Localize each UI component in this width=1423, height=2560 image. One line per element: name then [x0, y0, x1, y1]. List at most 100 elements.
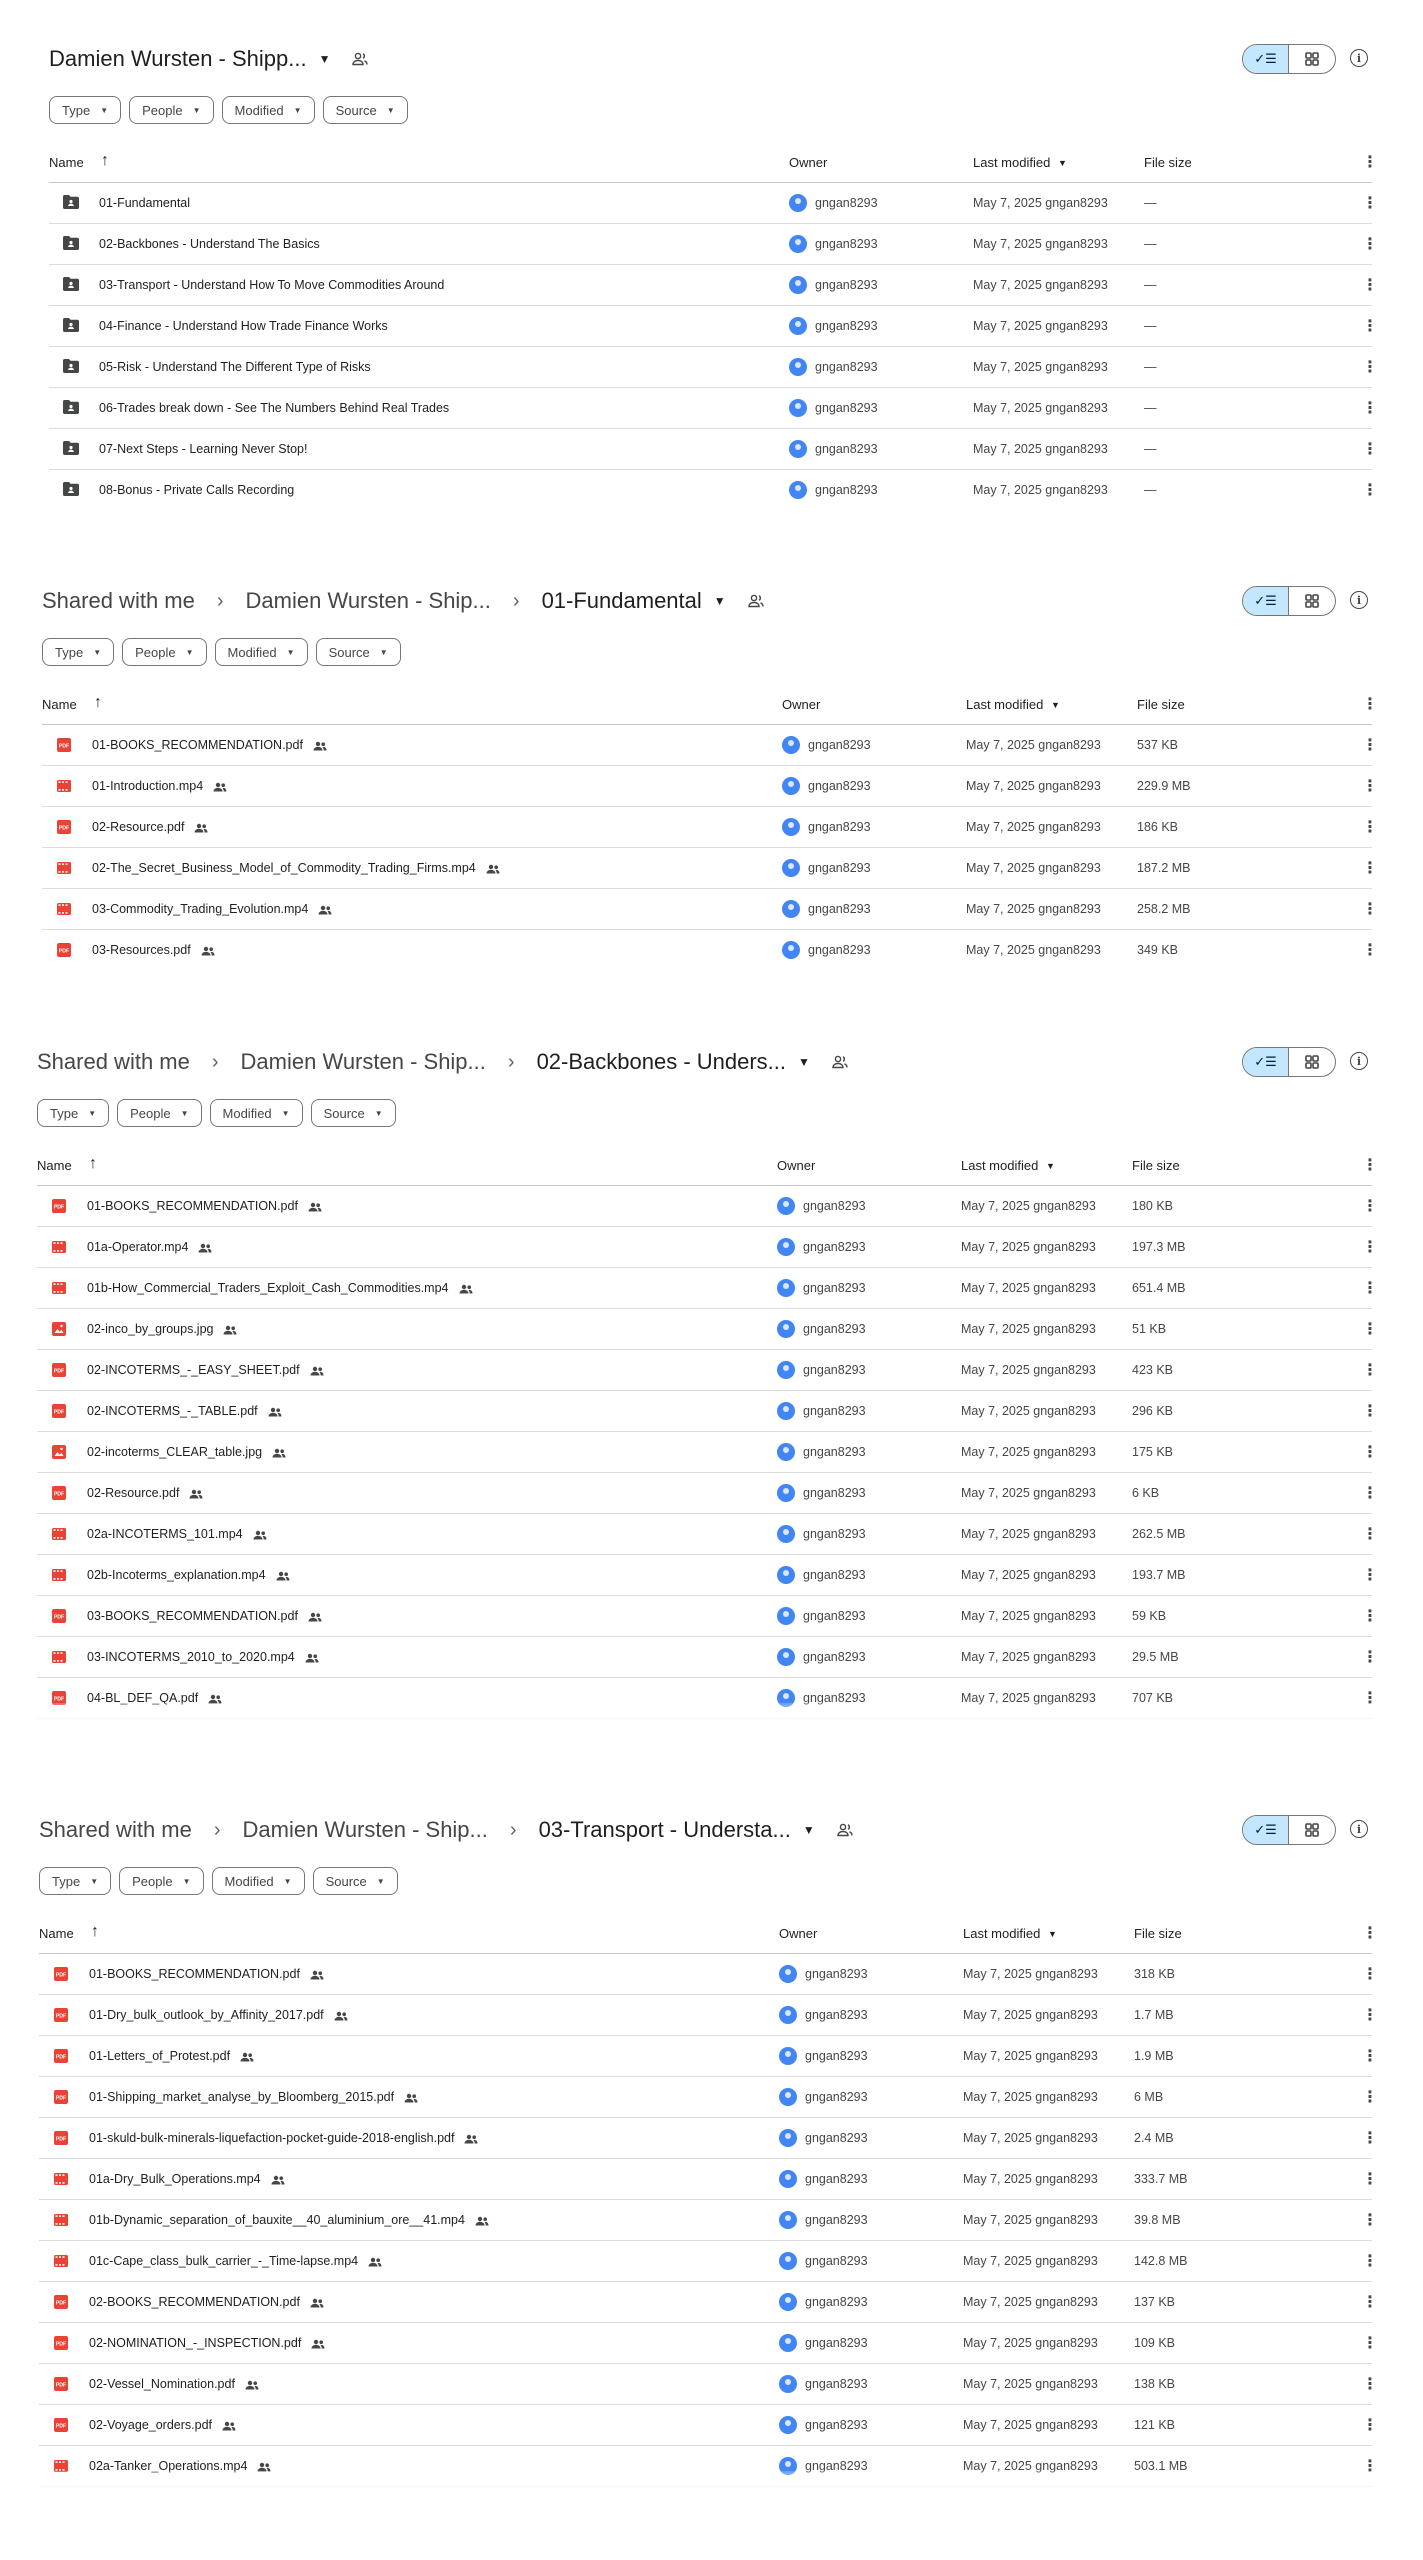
caret-down-icon[interactable]: ▼ — [319, 52, 331, 66]
sort-arrow-up-icon[interactable]: ↑ — [91, 1923, 99, 1941]
table-row[interactable]: PDF 02-Resource.pdf gngan8293 May 7, 2025 g… — [42, 807, 1378, 848]
file-name[interactable]: 03-Resources.pdf — [92, 943, 191, 957]
breadcrumb-item[interactable]: Shared with me — [42, 588, 195, 614]
grid-view-button[interactable] — [1289, 1048, 1335, 1076]
more-actions-icon[interactable]: ⋮ — [1362, 1473, 1378, 1513]
file-name[interactable]: 02-INCOTERMS_-_TABLE.pdf — [87, 1404, 258, 1418]
caret-down-icon[interactable]: ▼ — [803, 1823, 815, 1837]
file-name[interactable]: 05-Risk - Understand The Different Type … — [99, 360, 371, 374]
more-actions-icon[interactable]: ⋮ — [1362, 1268, 1378, 1308]
more-actions-icon[interactable]: ⋮ — [1362, 306, 1378, 346]
sort-arrow-down-icon[interactable]: ▼ — [1048, 1929, 1057, 1939]
column-header-name[interactable]: Name — [39, 1926, 74, 1941]
caret-down-icon[interactable]: ▼ — [798, 1055, 810, 1069]
sort-arrow-down-icon[interactable]: ▼ — [1046, 1161, 1055, 1171]
breadcrumb-item[interactable]: Shared with me — [37, 1049, 190, 1075]
table-row[interactable]: 01-Introduction.mp4 gngan8293 May 7, 2025 … — [42, 766, 1378, 807]
table-row[interactable]: 02a-INCOTERMS_101.mp4 gngan8293 May 7, 202… — [37, 1514, 1378, 1555]
more-actions-icon[interactable]: ⋮ — [1362, 347, 1378, 387]
table-row[interactable]: PDF 01-skuld-bulk-minerals-liquefaction-p… — [39, 2118, 1378, 2159]
table-row[interactable]: PDF 02-INCOTERMS_-_EASY_SHEET.pdf gngan829… — [37, 1350, 1378, 1391]
list-view-button[interactable]: ✓☰ — [1243, 587, 1290, 615]
table-row[interactable]: 02b-Incoterms_explanation.mp4 gngan8293 Ma… — [37, 1555, 1378, 1596]
current-folder-title[interactable]: 02-Backbones - Unders... — [537, 1049, 786, 1075]
table-row[interactable]: 07-Next Steps - Learning Never Stop! gnga… — [49, 429, 1378, 470]
more-actions-icon[interactable]: ⋮ — [1362, 2241, 1378, 2281]
column-options-icon[interactable]: ⋮ — [1362, 694, 1378, 714]
column-header-last-modified[interactable]: Last modified — [966, 697, 1043, 712]
info-icon[interactable]: i — [1350, 1820, 1368, 1838]
sort-arrow-down-icon[interactable]: ▼ — [1051, 700, 1060, 710]
info-icon[interactable]: i — [1350, 591, 1368, 609]
file-name[interactable]: 08-Bonus - Private Calls Recording — [99, 483, 294, 497]
filter-chip-source[interactable]: Source ▼ — [310, 1099, 396, 1127]
more-actions-icon[interactable]: ⋮ — [1362, 1514, 1378, 1554]
column-header-name[interactable]: Name — [49, 155, 84, 170]
table-row[interactable]: PDF 03-Resources.pdf gngan8293 May 7, 2025 … — [42, 930, 1378, 967]
filter-chip-type[interactable]: Type ▼ — [37, 1099, 110, 1127]
file-name[interactable]: 03-Commodity_Trading_Evolution.mp4 — [92, 902, 308, 916]
more-actions-icon[interactable]: ⋮ — [1362, 2364, 1378, 2404]
column-header-name[interactable]: Name — [37, 1158, 72, 1173]
breadcrumb-item[interactable]: Shared with me — [39, 1817, 192, 1843]
table-row[interactable]: 02-inco_by_groups.jpg gngan8293 May 7, 202… — [37, 1309, 1378, 1350]
filter-chip-people[interactable]: People ▼ — [122, 638, 207, 666]
file-name[interactable]: 02-The_Secret_Business_Model_of_Commodit… — [92, 861, 476, 875]
caret-down-icon[interactable]: ▼ — [714, 594, 726, 608]
more-actions-icon[interactable]: ⋮ — [1362, 183, 1378, 223]
file-name[interactable]: 01-Introduction.mp4 — [92, 779, 203, 793]
file-name[interactable]: 01-skuld-bulk-minerals-liquefaction-pock… — [89, 2131, 454, 2145]
filter-chip-people[interactable]: People ▼ — [129, 96, 214, 124]
filter-chip-modified[interactable]: Modified ▼ — [221, 96, 315, 124]
table-row[interactable]: PDF 02-Voyage_orders.pdf gngan8293 May 7, 2… — [39, 2405, 1378, 2446]
table-row[interactable]: 01a-Operator.mp4 gngan8293 May 7, 2025 gng… — [37, 1227, 1378, 1268]
table-row[interactable]: 04-Finance - Understand How Trade Financ… — [49, 306, 1378, 347]
table-row[interactable]: 06-Trades break down - See The Numbers B… — [49, 388, 1378, 429]
file-name[interactable]: 04-Finance - Understand How Trade Financ… — [99, 319, 388, 333]
file-name[interactable]: 02-INCOTERMS_-_EASY_SHEET.pdf — [87, 1363, 300, 1377]
file-name[interactable]: 02-Resource.pdf — [87, 1486, 179, 1500]
filter-chip-source[interactable]: Source ▼ — [312, 1867, 398, 1895]
table-row[interactable]: 01c-Cape_class_bulk_carrier_-_Time-lapse… — [39, 2241, 1378, 2282]
table-row[interactable]: PDF 02-Vessel_Nomination.pdf gngan8293 May … — [39, 2364, 1378, 2405]
sort-arrow-up-icon[interactable]: ↑ — [94, 694, 102, 712]
file-name[interactable]: 03-INCOTERMS_2010_to_2020.mp4 — [87, 1650, 295, 1664]
file-name[interactable]: 03-BOOKS_RECOMMENDATION.pdf — [87, 1609, 298, 1623]
table-row[interactable]: 01-Fundamental gngan8293 May 7, 2025 gngan… — [49, 183, 1378, 224]
more-actions-icon[interactable]: ⋮ — [1362, 1954, 1378, 1994]
more-actions-icon[interactable]: ⋮ — [1362, 470, 1378, 500]
more-actions-icon[interactable]: ⋮ — [1362, 2159, 1378, 2199]
breadcrumb-item[interactable]: Damien Wursten - Ship... — [241, 1049, 486, 1075]
more-actions-icon[interactable]: ⋮ — [1362, 1391, 1378, 1431]
file-name[interactable]: 02-Backbones - Understand The Basics — [99, 237, 320, 251]
table-row[interactable]: PDF 01-Shipping_market_analyse_by_Bloombe… — [39, 2077, 1378, 2118]
file-name[interactable]: 07-Next Steps - Learning Never Stop! — [99, 442, 307, 456]
column-options-icon[interactable]: ⋮ — [1362, 1923, 1378, 1943]
more-actions-icon[interactable]: ⋮ — [1362, 429, 1378, 469]
current-folder-title[interactable]: Damien Wursten - Shipp... — [49, 46, 307, 72]
more-actions-icon[interactable]: ⋮ — [1362, 2282, 1378, 2322]
table-row[interactable]: 02-The_Secret_Business_Model_of_Commodit… — [42, 848, 1378, 889]
table-row[interactable]: PDF 03-BOOKS_RECOMMENDATION.pdf gngan8293 M… — [37, 1596, 1378, 1637]
file-name[interactable]: 01a-Operator.mp4 — [87, 1240, 188, 1254]
more-actions-icon[interactable]: ⋮ — [1362, 1995, 1378, 2035]
table-row[interactable]: 01a-Dry_Bulk_Operations.mp4 gngan8293 May … — [39, 2159, 1378, 2200]
list-view-button[interactable]: ✓☰ — [1243, 45, 1290, 73]
filter-chip-type[interactable]: Type ▼ — [39, 1867, 112, 1895]
more-actions-icon[interactable]: ⋮ — [1362, 766, 1378, 806]
more-actions-icon[interactable]: ⋮ — [1362, 1596, 1378, 1636]
file-name[interactable]: 02-inco_by_groups.jpg — [87, 1322, 213, 1336]
sort-arrow-down-icon[interactable]: ▼ — [1058, 158, 1067, 168]
more-actions-icon[interactable]: ⋮ — [1362, 725, 1378, 765]
info-icon[interactable]: i — [1350, 49, 1368, 67]
more-actions-icon[interactable]: ⋮ — [1362, 388, 1378, 428]
info-icon[interactable]: i — [1350, 1052, 1368, 1070]
table-row[interactable]: PDF 01-Letters_of_Protest.pdf gngan8293 May… — [39, 2036, 1378, 2077]
table-row[interactable]: PDF 01-BOOKS_RECOMMENDATION.pdf gngan8293 M… — [42, 725, 1378, 766]
file-name[interactable]: 02-Resource.pdf — [92, 820, 184, 834]
filter-chip-modified[interactable]: Modified ▼ — [209, 1099, 303, 1127]
list-view-button[interactable]: ✓☰ — [1243, 1048, 1290, 1076]
table-row[interactable]: 03-Commodity_Trading_Evolution.mp4 gngan8… — [42, 889, 1378, 930]
filter-chip-people[interactable]: People ▼ — [119, 1867, 204, 1895]
more-actions-icon[interactable]: ⋮ — [1362, 1350, 1378, 1390]
